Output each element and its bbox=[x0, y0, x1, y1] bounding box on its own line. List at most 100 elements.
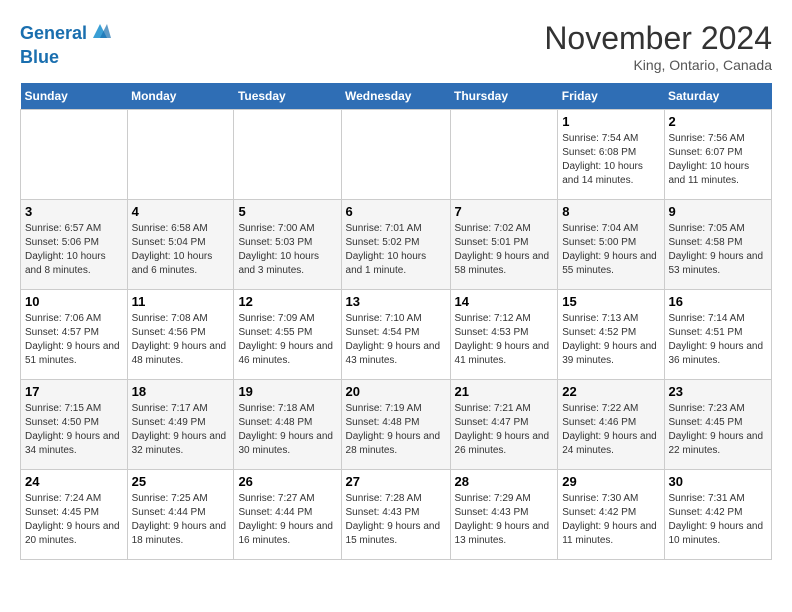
day-number: 12 bbox=[238, 294, 336, 309]
day-number: 24 bbox=[25, 474, 123, 489]
calendar-week-row: 3 Sunrise: 6:57 AM Sunset: 5:06 PM Daylig… bbox=[21, 200, 772, 290]
day-info: Sunrise: 7:00 AM Sunset: 5:03 PM Dayligh… bbox=[238, 222, 336, 278]
calendar-cell: 3 Sunrise: 6:57 AM Sunset: 5:06 PM Daylig… bbox=[21, 200, 128, 290]
calendar-cell: 6Sunrise: 7:01 AM Sunset: 5:02 PM Daylig… bbox=[341, 200, 450, 290]
day-number: 5 bbox=[238, 204, 336, 219]
calendar-header: SundayMondayTuesdayWednesdayThursdayFrid… bbox=[21, 83, 772, 110]
calendar-cell: 17 Sunrise: 7:15 AM Sunset: 4:50 PM Dayli… bbox=[21, 380, 128, 470]
day-info: Sunrise: 7:05 AM Sunset: 4:58 PM Dayligh… bbox=[669, 222, 768, 278]
calendar-cell: 14Sunrise: 7:12 AM Sunset: 4:53 PM Dayli… bbox=[450, 290, 558, 380]
day-info: Sunrise: 7:15 AM Sunset: 4:50 PM Dayligh… bbox=[25, 402, 123, 458]
day-number: 23 bbox=[669, 384, 768, 399]
day-info: Sunrise: 7:31 AM Sunset: 4:42 PM Dayligh… bbox=[669, 492, 768, 548]
calendar-cell: 30 Sunrise: 7:31 AM Sunset: 4:42 PM Dayli… bbox=[664, 470, 772, 560]
day-number: 3 bbox=[25, 204, 123, 219]
day-info: Sunrise: 7:01 AM Sunset: 5:02 PM Dayligh… bbox=[346, 222, 446, 278]
day-info: Sunrise: 7:18 AM Sunset: 4:48 PM Dayligh… bbox=[238, 402, 336, 458]
calendar-cell: 18Sunrise: 7:17 AM Sunset: 4:49 PM Dayli… bbox=[127, 380, 234, 470]
day-info: Sunrise: 7:54 AM Sunset: 6:08 PM Dayligh… bbox=[562, 132, 659, 188]
day-info: Sunrise: 7:04 AM Sunset: 5:00 PM Dayligh… bbox=[562, 222, 659, 278]
logo-text: General bbox=[20, 23, 87, 45]
calendar-cell bbox=[341, 110, 450, 200]
day-number: 22 bbox=[562, 384, 659, 399]
day-number: 30 bbox=[669, 474, 768, 489]
calendar-cell: 24 Sunrise: 7:24 AM Sunset: 4:45 PM Dayli… bbox=[21, 470, 128, 560]
weekday-header: Wednesday bbox=[341, 83, 450, 110]
title-block: November 2024 King, Ontario, Canada bbox=[544, 20, 772, 73]
day-info: Sunrise: 7:23 AM Sunset: 4:45 PM Dayligh… bbox=[669, 402, 768, 458]
calendar-cell: 16Sunrise: 7:14 AM Sunset: 4:51 PM Dayli… bbox=[664, 290, 772, 380]
day-info: Sunrise: 7:06 AM Sunset: 4:57 PM Dayligh… bbox=[25, 312, 123, 368]
day-number: 16 bbox=[669, 294, 768, 309]
calendar-cell: 4Sunrise: 6:58 AM Sunset: 5:04 PM Daylig… bbox=[127, 200, 234, 290]
calendar-cell bbox=[127, 110, 234, 200]
day-number: 29 bbox=[562, 474, 659, 489]
calendar-cell: 20 Sunrise: 7:19 AM Sunset: 4:48 PM Dayli… bbox=[341, 380, 450, 470]
logo-icon bbox=[89, 20, 111, 42]
day-number: 18 bbox=[132, 384, 230, 399]
day-number: 14 bbox=[455, 294, 554, 309]
logo-text2: Blue bbox=[20, 47, 59, 69]
calendar-cell: 29 Sunrise: 7:30 AM Sunset: 4:42 PM Dayli… bbox=[558, 470, 664, 560]
day-info: Sunrise: 7:10 AM Sunset: 4:54 PM Dayligh… bbox=[346, 312, 446, 368]
day-number: 19 bbox=[238, 384, 336, 399]
day-info: Sunrise: 7:08 AM Sunset: 4:56 PM Dayligh… bbox=[132, 312, 230, 368]
day-info: Sunrise: 7:13 AM Sunset: 4:52 PM Dayligh… bbox=[562, 312, 659, 368]
day-info: Sunrise: 7:56 AM Sunset: 6:07 PM Dayligh… bbox=[669, 132, 768, 188]
day-info: Sunrise: 7:29 AM Sunset: 4:43 PM Dayligh… bbox=[455, 492, 554, 548]
logo: General Blue bbox=[20, 20, 111, 69]
day-number: 15 bbox=[562, 294, 659, 309]
calendar-cell: 26 Sunrise: 7:27 AM Sunset: 4:44 PM Dayli… bbox=[234, 470, 341, 560]
calendar-cell: 12Sunrise: 7:09 AM Sunset: 4:55 PM Dayli… bbox=[234, 290, 341, 380]
calendar-cell: 5 Sunrise: 7:00 AM Sunset: 5:03 PM Daylig… bbox=[234, 200, 341, 290]
calendar-cell: 23 Sunrise: 7:23 AM Sunset: 4:45 PM Dayli… bbox=[664, 380, 772, 470]
weekday-header: Sunday bbox=[21, 83, 128, 110]
calendar-week-row: 24 Sunrise: 7:24 AM Sunset: 4:45 PM Dayli… bbox=[21, 470, 772, 560]
day-number: 9 bbox=[669, 204, 768, 219]
calendar-cell: 25Sunrise: 7:25 AM Sunset: 4:44 PM Dayli… bbox=[127, 470, 234, 560]
calendar-cell: 19 Sunrise: 7:18 AM Sunset: 4:48 PM Dayli… bbox=[234, 380, 341, 470]
calendar-cell: 11 Sunrise: 7:08 AM Sunset: 4:56 PM Dayli… bbox=[127, 290, 234, 380]
day-number: 26 bbox=[238, 474, 336, 489]
calendar-table: SundayMondayTuesdayWednesdayThursdayFrid… bbox=[20, 83, 772, 560]
calendar-cell: 15 Sunrise: 7:13 AM Sunset: 4:52 PM Dayli… bbox=[558, 290, 664, 380]
day-number: 27 bbox=[346, 474, 446, 489]
day-info: Sunrise: 7:19 AM Sunset: 4:48 PM Dayligh… bbox=[346, 402, 446, 458]
day-number: 17 bbox=[25, 384, 123, 399]
day-info: Sunrise: 7:27 AM Sunset: 4:44 PM Dayligh… bbox=[238, 492, 336, 548]
calendar-cell: 27Sunrise: 7:28 AM Sunset: 4:43 PM Dayli… bbox=[341, 470, 450, 560]
calendar-cell: 2Sunrise: 7:56 AM Sunset: 6:07 PM Daylig… bbox=[664, 110, 772, 200]
calendar-cell bbox=[450, 110, 558, 200]
day-info: Sunrise: 7:22 AM Sunset: 4:46 PM Dayligh… bbox=[562, 402, 659, 458]
calendar-cell: 22 Sunrise: 7:22 AM Sunset: 4:46 PM Dayli… bbox=[558, 380, 664, 470]
calendar-cell: 9 Sunrise: 7:05 AM Sunset: 4:58 PM Daylig… bbox=[664, 200, 772, 290]
day-number: 11 bbox=[132, 294, 230, 309]
day-number: 7 bbox=[455, 204, 554, 219]
day-info: Sunrise: 7:25 AM Sunset: 4:44 PM Dayligh… bbox=[132, 492, 230, 548]
day-number: 10 bbox=[25, 294, 123, 309]
day-info: Sunrise: 6:58 AM Sunset: 5:04 PM Dayligh… bbox=[132, 222, 230, 278]
calendar-cell: 21 Sunrise: 7:21 AM Sunset: 4:47 PM Dayli… bbox=[450, 380, 558, 470]
calendar-week-row: 1Sunrise: 7:54 AM Sunset: 6:08 PM Daylig… bbox=[21, 110, 772, 200]
calendar-body: 1Sunrise: 7:54 AM Sunset: 6:08 PM Daylig… bbox=[21, 110, 772, 560]
weekday-header: Tuesday bbox=[234, 83, 341, 110]
day-info: Sunrise: 7:02 AM Sunset: 5:01 PM Dayligh… bbox=[455, 222, 554, 278]
day-info: Sunrise: 7:21 AM Sunset: 4:47 PM Dayligh… bbox=[455, 402, 554, 458]
location: King, Ontario, Canada bbox=[544, 57, 772, 73]
calendar-cell: 1Sunrise: 7:54 AM Sunset: 6:08 PM Daylig… bbox=[558, 110, 664, 200]
header-row: SundayMondayTuesdayWednesdayThursdayFrid… bbox=[21, 83, 772, 110]
weekday-header: Monday bbox=[127, 83, 234, 110]
day-number: 21 bbox=[455, 384, 554, 399]
day-info: Sunrise: 6:57 AM Sunset: 5:06 PM Dayligh… bbox=[25, 222, 123, 278]
calendar-cell bbox=[234, 110, 341, 200]
calendar-cell: 10 Sunrise: 7:06 AM Sunset: 4:57 PM Dayli… bbox=[21, 290, 128, 380]
calendar-cell: 8Sunrise: 7:04 AM Sunset: 5:00 PM Daylig… bbox=[558, 200, 664, 290]
page-header: General Blue November 2024 King, Ontario… bbox=[20, 20, 772, 73]
day-number: 13 bbox=[346, 294, 446, 309]
day-info: Sunrise: 7:24 AM Sunset: 4:45 PM Dayligh… bbox=[25, 492, 123, 548]
weekday-header: Thursday bbox=[450, 83, 558, 110]
day-number: 28 bbox=[455, 474, 554, 489]
calendar-week-row: 17 Sunrise: 7:15 AM Sunset: 4:50 PM Dayli… bbox=[21, 380, 772, 470]
day-info: Sunrise: 7:30 AM Sunset: 4:42 PM Dayligh… bbox=[562, 492, 659, 548]
day-number: 20 bbox=[346, 384, 446, 399]
